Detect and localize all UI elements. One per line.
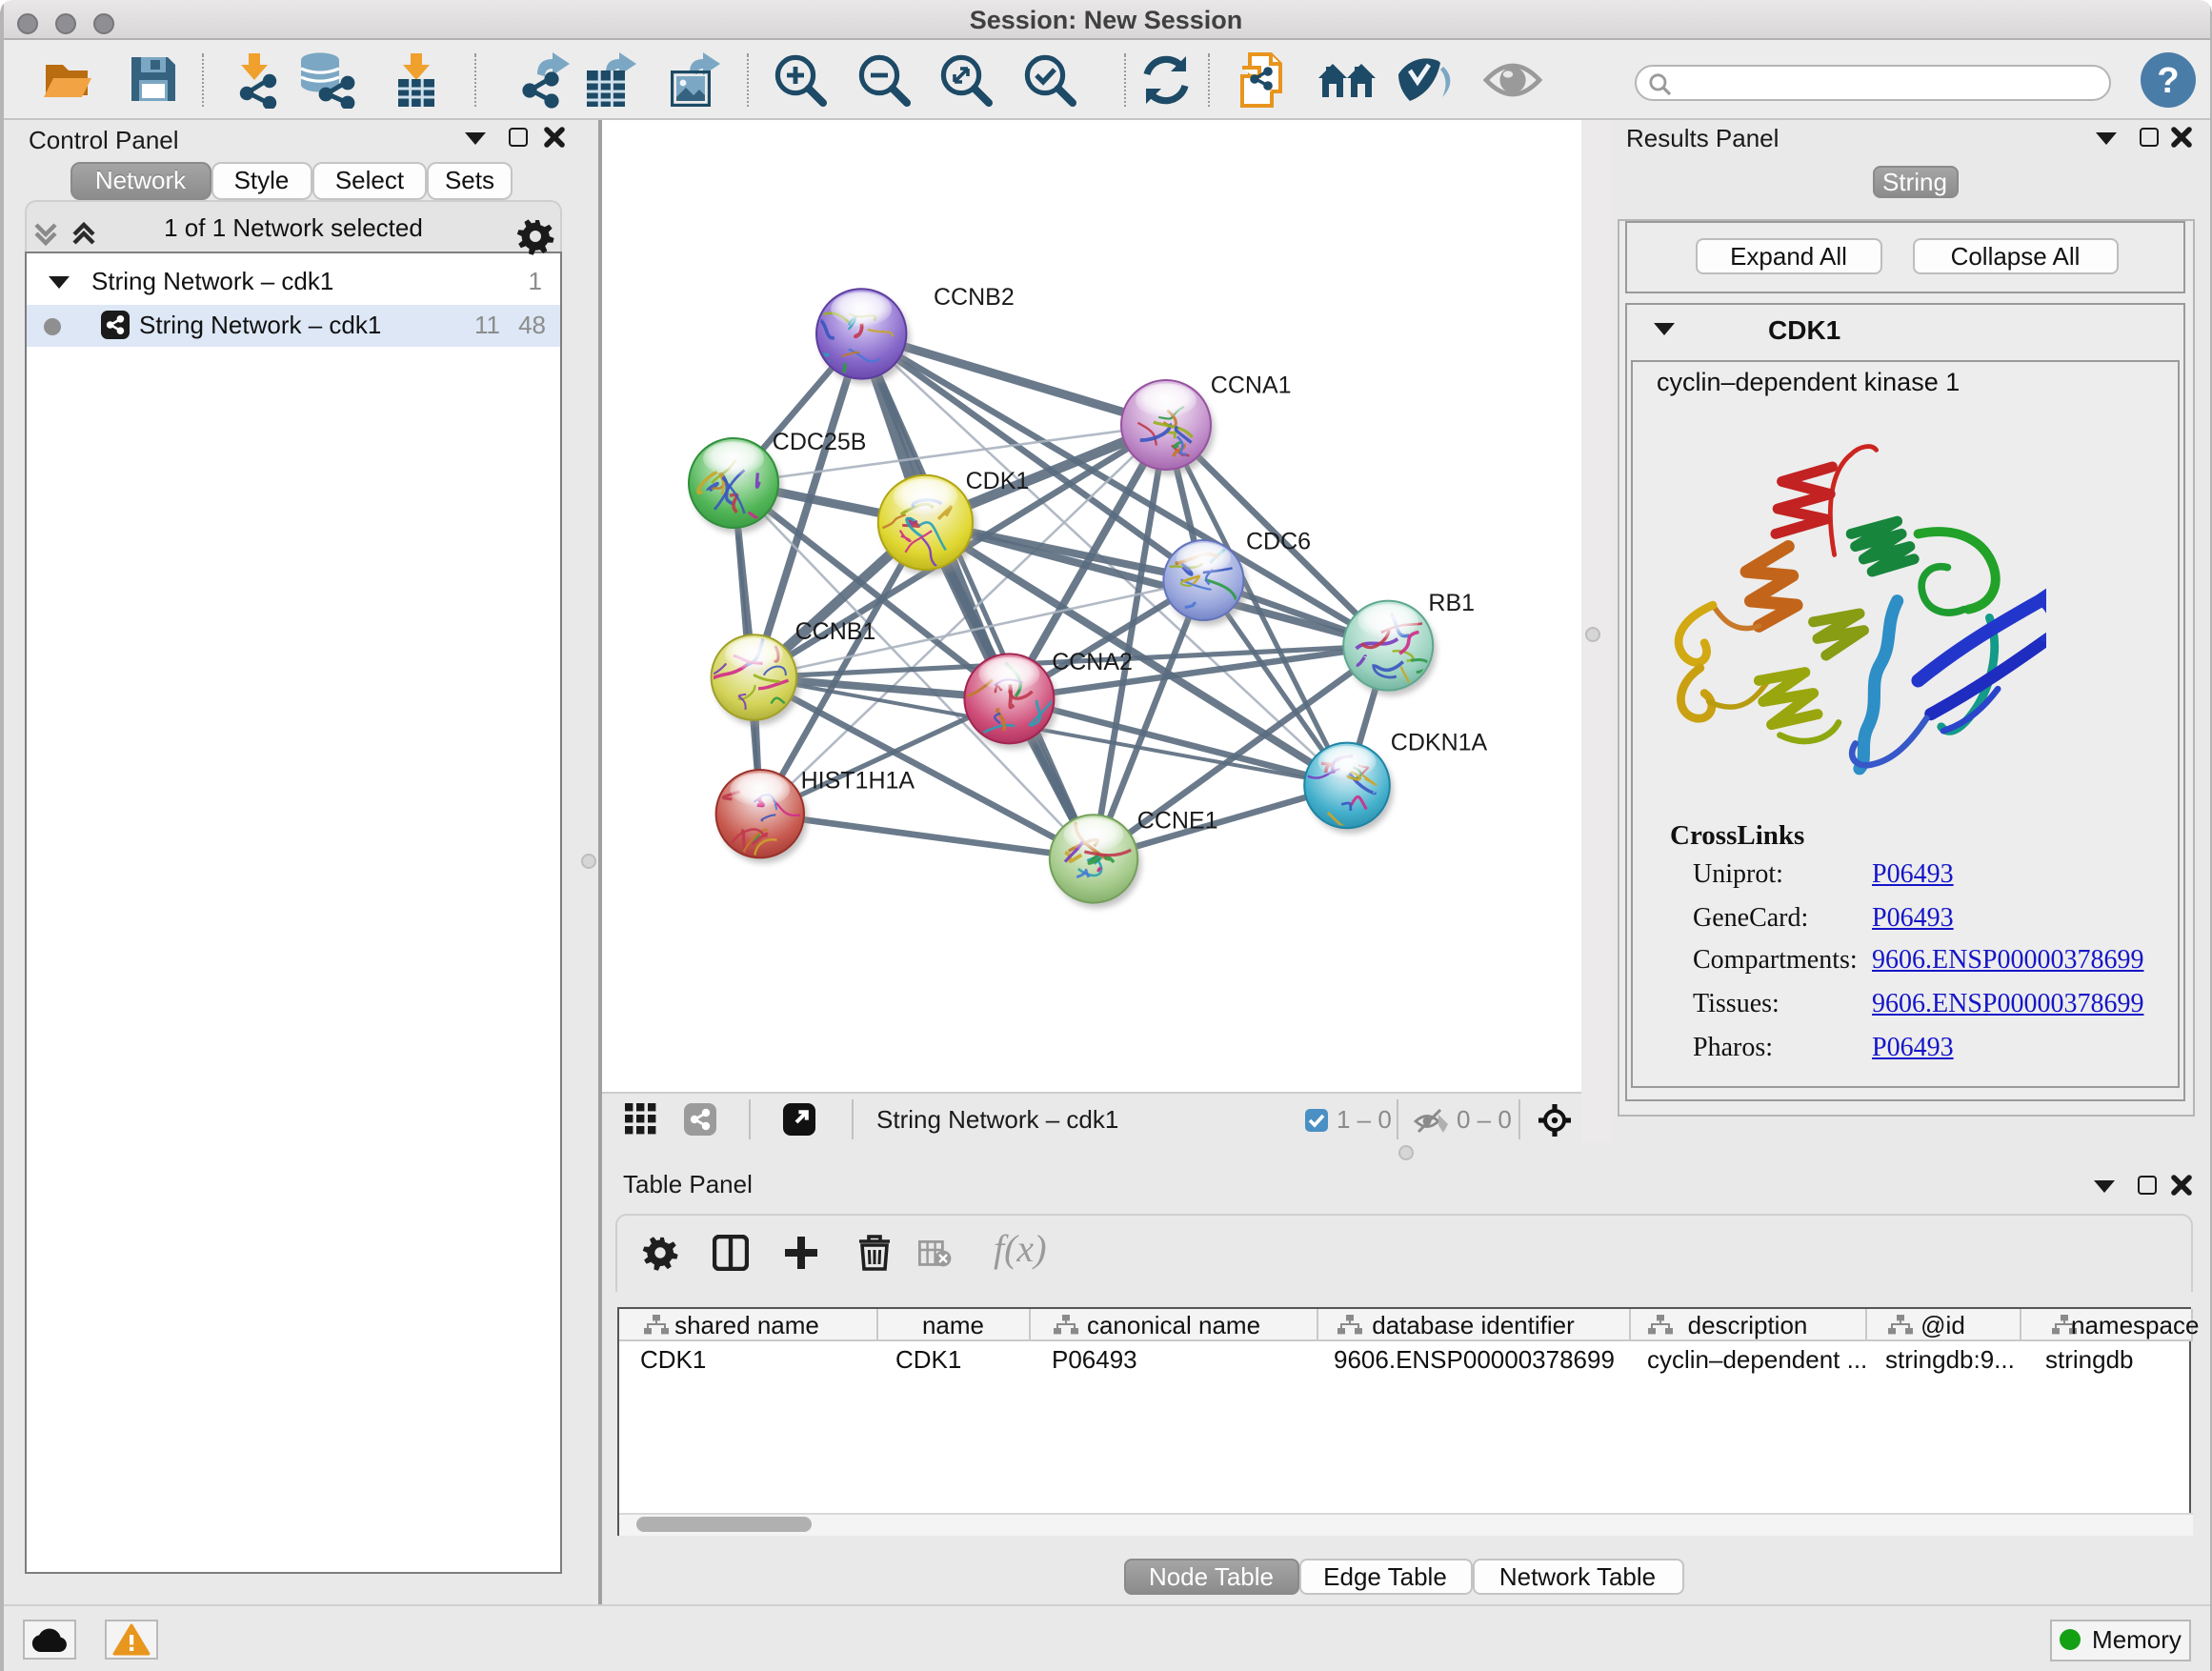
svg-text:CCNA2: CCNA2 xyxy=(1051,648,1132,674)
svg-text:CCNB2: CCNB2 xyxy=(933,283,1014,310)
svg-text:CDK1: CDK1 xyxy=(965,467,1029,493)
svg-text:RB1: RB1 xyxy=(1427,589,1474,615)
svg-text:HIST1H1A: HIST1H1A xyxy=(800,766,915,793)
svg-text:CCNE1: CCNE1 xyxy=(1136,807,1217,834)
svg-text:CDC25B: CDC25B xyxy=(772,428,866,454)
svg-text:CCNB1: CCNB1 xyxy=(794,617,875,644)
svg-text:?: ? xyxy=(2156,61,2178,101)
svg-text:CCNA1: CCNA1 xyxy=(1210,371,1291,397)
svg-text:CDC6: CDC6 xyxy=(1245,527,1310,554)
svg-text:CDKN1A: CDKN1A xyxy=(1390,729,1487,755)
